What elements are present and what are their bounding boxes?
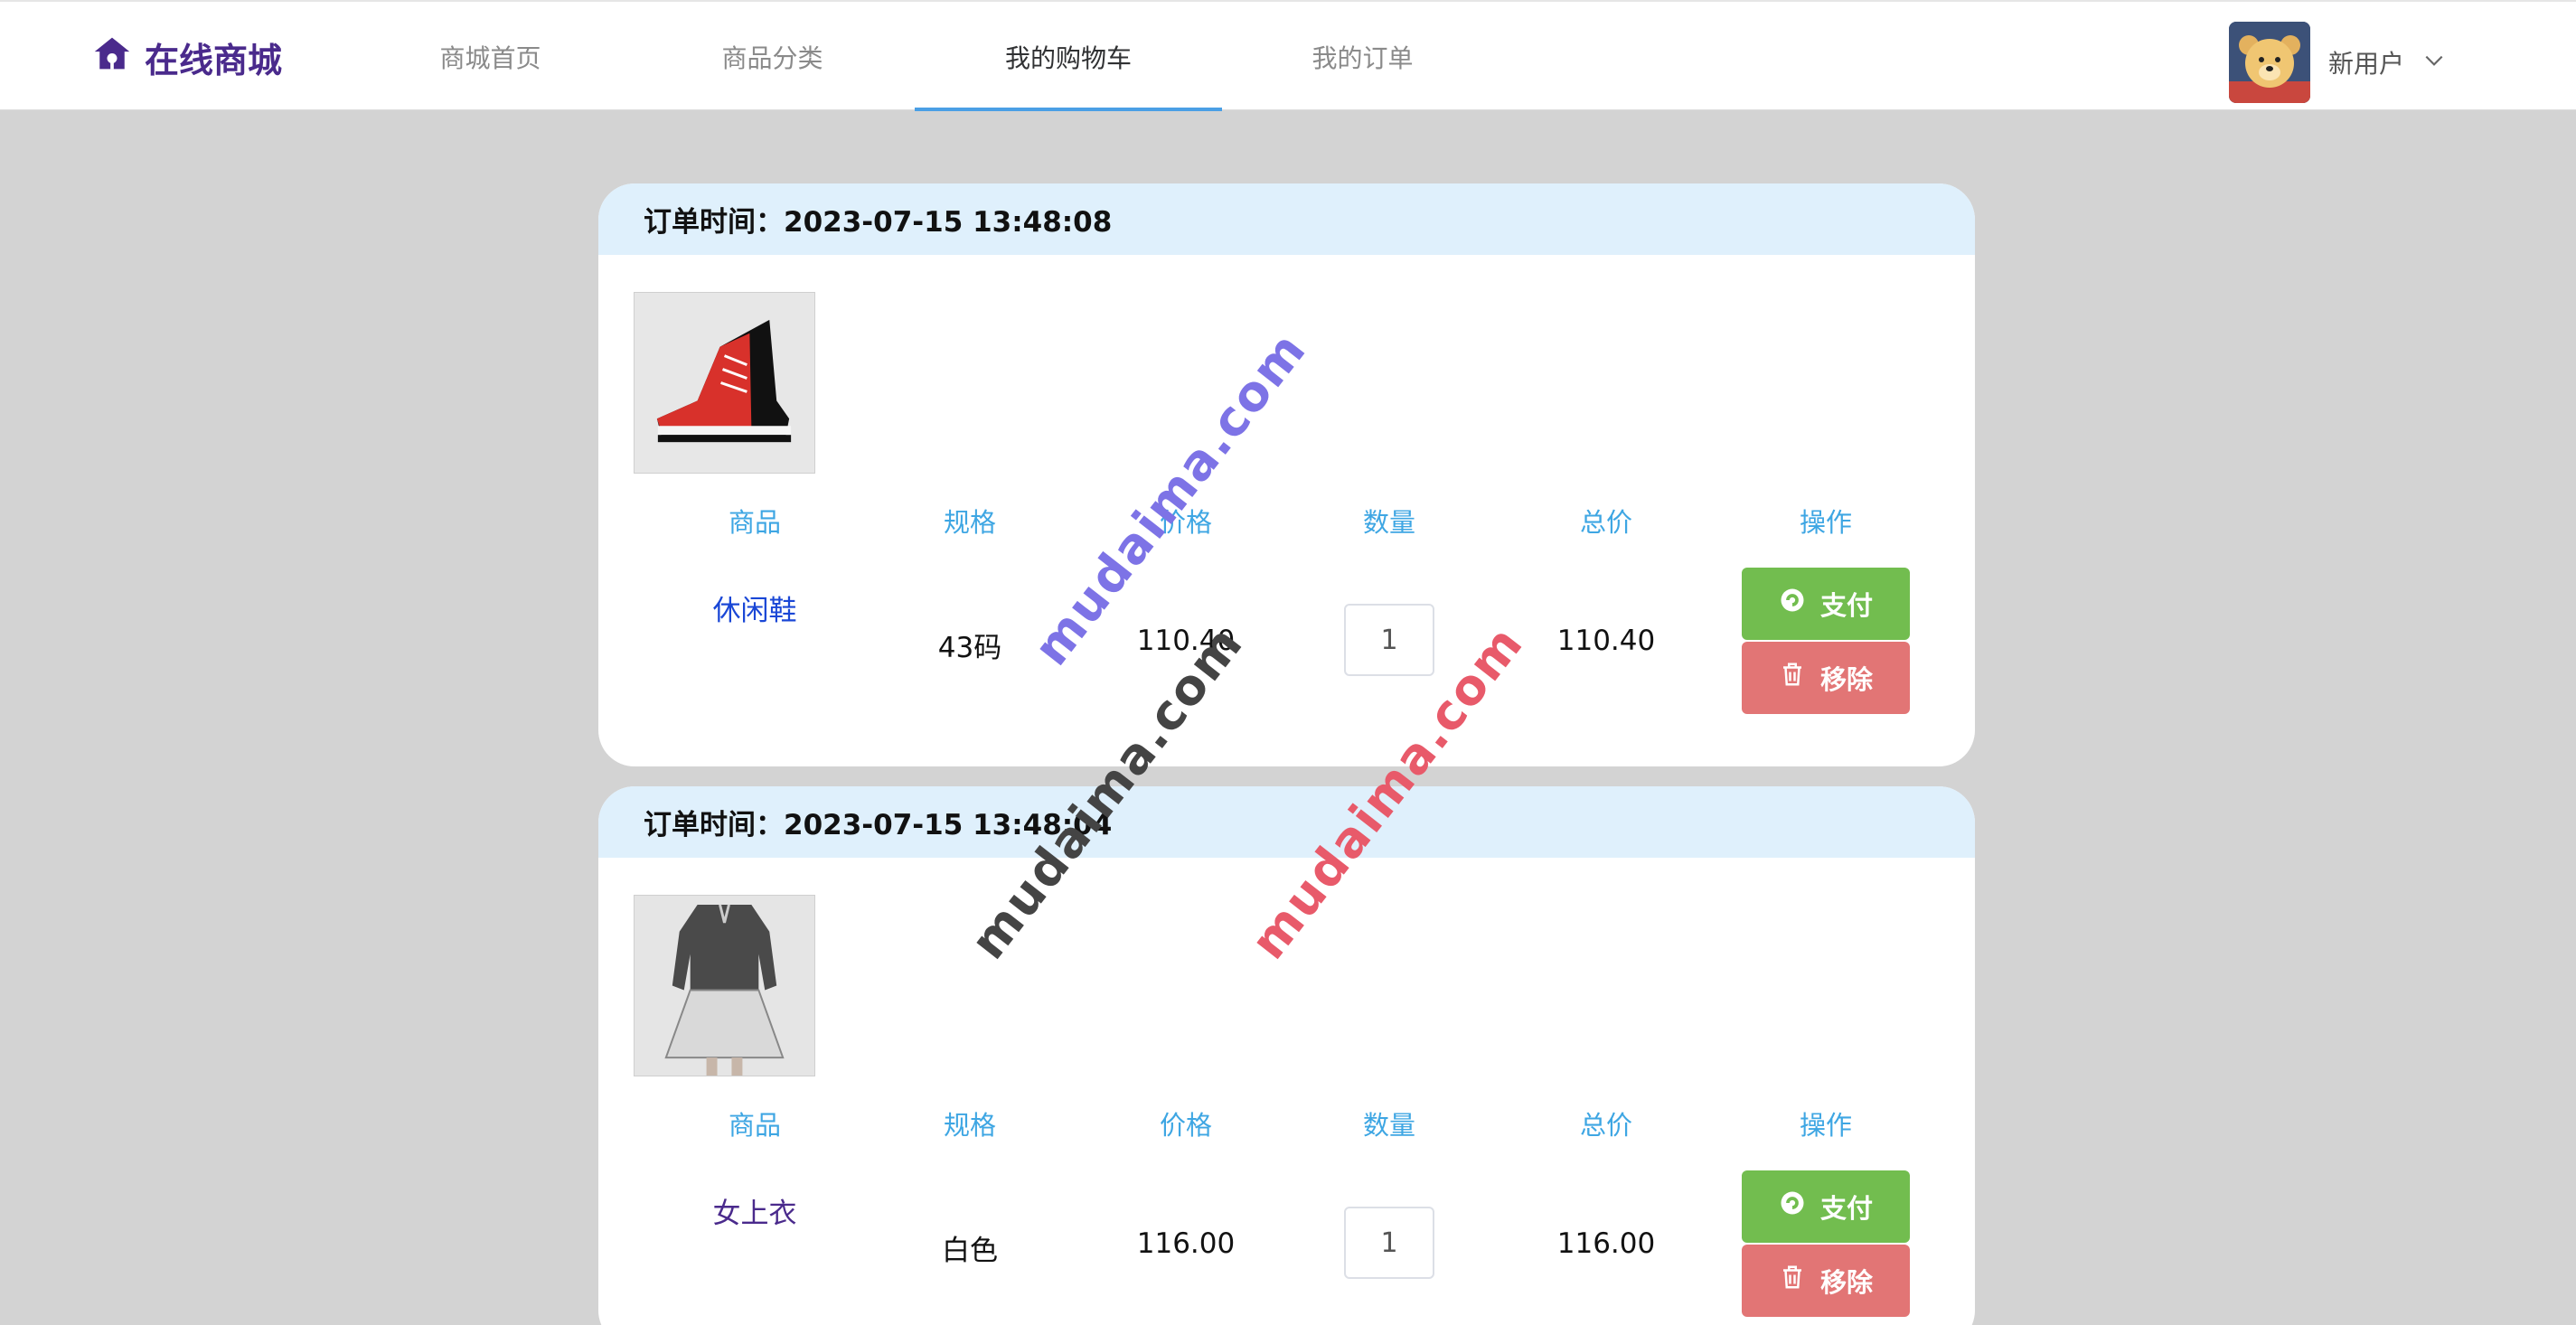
product-spec: 白色 (942, 1235, 998, 1267)
nav-orders[interactable]: 我的订单 (1270, 2, 1455, 111)
order-time: 订单时间：2023-07-15 13:48:08 (598, 183, 1975, 255)
product-total: 116.00 (1556, 1227, 1656, 1260)
remove-button[interactable]: 移除 (1742, 1245, 1910, 1317)
product-name-link[interactable]: 休闲鞋 (664, 587, 845, 628)
order-card: 订单时间：2023-07-15 13:48:08 商品 规格 价格 数量 总价 … (598, 183, 1975, 766)
product-price: 116.00 (1136, 1227, 1236, 1260)
top-nav-bar: 在线商城 商城首页 商品分类 我的购物车 我的订单 新用户 (0, 0, 2576, 111)
trash-icon (1779, 1264, 1806, 1298)
col-spec: 规格 (943, 507, 996, 538)
brand-logo[interactable]: 在线商城 (92, 33, 282, 81)
nav-home[interactable]: 商城首页 (398, 2, 583, 111)
pay-icon (1779, 587, 1806, 621)
avatar (2229, 22, 2310, 103)
pay-label: 支付 (1819, 592, 1873, 621)
user-menu[interactable]: 新用户 (2229, 22, 2446, 103)
col-action: 操作 (1799, 1110, 1852, 1141)
col-total: 总价 (1579, 1110, 1632, 1141)
remove-label: 移除 (1819, 666, 1873, 695)
order-time: 订单时间：2023-07-15 13:48:04 (598, 786, 1975, 858)
brand-name: 在线商城 (145, 40, 283, 80)
chevron-down-icon[interactable] (2422, 49, 2446, 76)
product-name-link[interactable]: 女上衣 (664, 1190, 845, 1231)
quantity-input[interactable] (1344, 604, 1434, 676)
quantity-input[interactable] (1344, 1207, 1434, 1279)
product-total: 110.40 (1556, 625, 1656, 657)
remove-label: 移除 (1819, 1269, 1873, 1298)
product-price: 110.40 (1136, 625, 1236, 657)
order-card: 订单时间：2023-07-15 13:48:04 商品 规格 价格 数量 总价 … (598, 786, 1975, 1325)
pay-label: 支付 (1819, 1195, 1873, 1224)
pay-button[interactable]: 支付 (1742, 568, 1910, 640)
col-price: 价格 (1159, 507, 1212, 538)
home-icon (92, 33, 132, 81)
col-product: 商品 (728, 1110, 781, 1141)
pay-button[interactable]: 支付 (1742, 1170, 1910, 1243)
nav-cart[interactable]: 我的购物车 (915, 2, 1222, 111)
nav-categories[interactable]: 商品分类 (680, 2, 865, 111)
blouse-image (635, 896, 814, 1076)
trash-icon (1779, 661, 1806, 695)
col-quantity: 数量 (1362, 1110, 1415, 1141)
product-image (634, 895, 815, 1076)
remove-button[interactable]: 移除 (1742, 642, 1910, 714)
col-total: 总价 (1579, 507, 1632, 538)
col-quantity: 数量 (1362, 507, 1415, 538)
col-spec: 规格 (943, 1110, 996, 1141)
col-action: 操作 (1799, 507, 1852, 538)
col-price: 价格 (1159, 1110, 1212, 1141)
sneaker-image (635, 293, 814, 473)
col-product: 商品 (728, 507, 781, 538)
product-image (634, 292, 815, 474)
pay-icon (1779, 1189, 1806, 1224)
user-name: 新用户 (2328, 49, 2405, 79)
product-spec: 43码 (937, 632, 1002, 664)
